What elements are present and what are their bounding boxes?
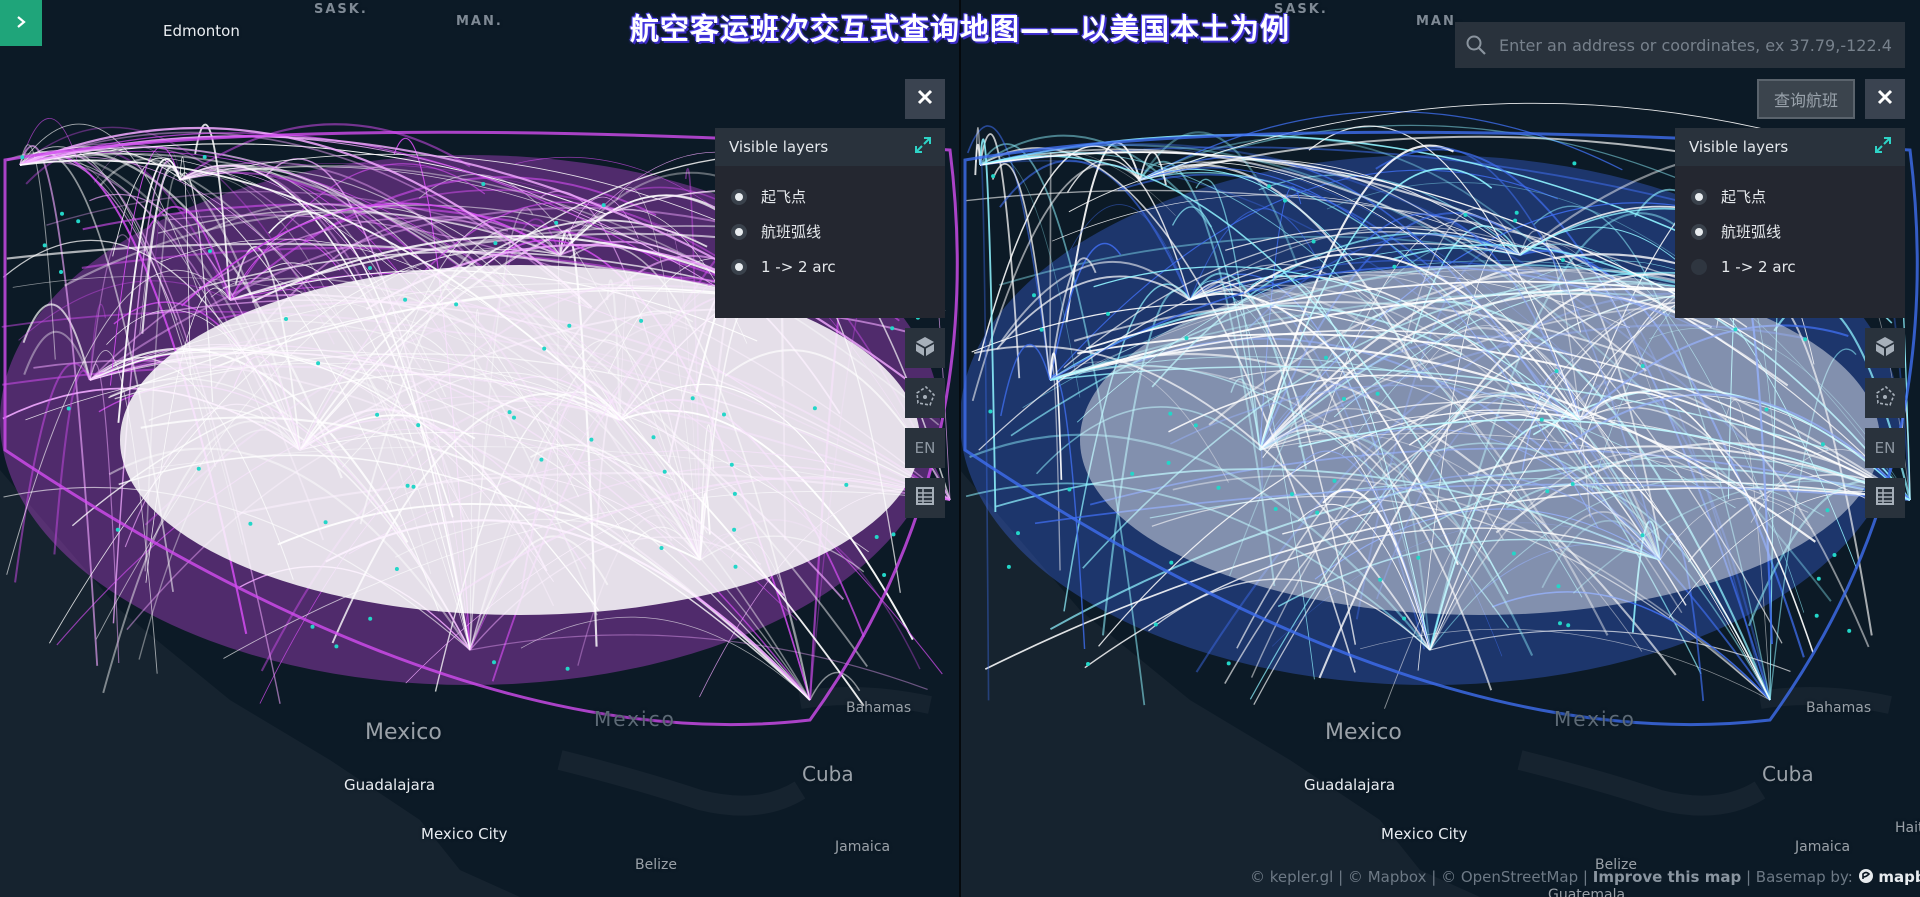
layer-toggle-icon[interactable] xyxy=(915,137,931,157)
layer-item-1to2-arc[interactable]: 1 -> 2 arc xyxy=(715,249,945,284)
close-left-panel-button[interactable] xyxy=(905,79,945,119)
layer-label: 1 -> 2 arc xyxy=(761,257,836,276)
layer-visibility-radio[interactable] xyxy=(731,258,747,275)
place-guadalajara: Guadalajara xyxy=(1304,776,1396,794)
basemap-label: Basemap by: xyxy=(1755,868,1853,886)
layer-label: 1 -> 2 arc xyxy=(1721,257,1796,276)
place-cuba: Cuba xyxy=(1762,762,1814,786)
language-button[interactable]: EN xyxy=(905,428,945,468)
layer-item-takeoff[interactable]: 起飞点 xyxy=(715,179,945,214)
improve-map-link[interactable]: Improve this map xyxy=(1593,868,1741,886)
draw-polygon-icon xyxy=(913,384,937,412)
language-button[interactable]: EN xyxy=(1865,428,1905,468)
mapbox-attribution-link[interactable]: © Mapbox xyxy=(1348,868,1427,886)
place-mexico-ghost: Mexico xyxy=(594,707,676,731)
visible-layers-title: Visible layers xyxy=(729,138,829,156)
place-jamaica: Jamaica xyxy=(835,839,891,855)
map-attribution: © kepler.gl | © Mapbox | © OpenStreetMap… xyxy=(1250,868,1920,886)
place-mexico-city: Mexico City xyxy=(421,825,508,843)
mapbox-logo-icon[interactable] xyxy=(1858,868,1879,886)
layer-label: 起飞点 xyxy=(1721,188,1767,206)
kepler-attribution-link[interactable]: © kepler.gl xyxy=(1250,868,1333,886)
osm-attribution-link[interactable]: © OpenStreetMap xyxy=(1441,868,1578,886)
layer-visibility-radio[interactable] xyxy=(731,223,747,240)
place-mexico: Mexico xyxy=(1325,720,1402,745)
visible-layers-panel-right: Visible layers 起飞点 航班弧线 1 -> 2 arc xyxy=(1675,128,1905,318)
layer-toggle-icon[interactable] xyxy=(1875,137,1891,157)
place-haiti: Haiti xyxy=(1895,820,1920,836)
layer-item-takeoff[interactable]: 起飞点 xyxy=(1675,179,1905,214)
place-guatemala: Guatemala xyxy=(1548,887,1626,897)
layer-label: 航班弧线 xyxy=(761,223,822,241)
geocoder-search[interactable] xyxy=(1455,22,1905,68)
place-jamaica: Jamaica xyxy=(1795,839,1851,855)
split-divider[interactable] xyxy=(959,0,961,897)
place-belize: Belize xyxy=(635,857,677,873)
table-icon xyxy=(915,486,935,510)
place-mexico: Mexico xyxy=(365,720,442,745)
draw-polygon-icon xyxy=(1873,384,1897,412)
search-icon xyxy=(1455,34,1497,56)
layer-visibility-radio[interactable] xyxy=(731,188,747,205)
query-flights-button[interactable]: 查询航班 xyxy=(1757,79,1855,119)
place-guadalajara: Guadalajara xyxy=(344,776,436,794)
3d-cube-icon xyxy=(1874,335,1896,361)
close-icon xyxy=(916,88,934,110)
layer-visibility-radio[interactable] xyxy=(1691,223,1707,240)
search-input[interactable] xyxy=(1497,34,1905,56)
mapbox-logo-text: mapbox xyxy=(1878,868,1920,886)
3d-cube-icon xyxy=(914,335,936,361)
layer-label: 航班弧线 xyxy=(1721,223,1782,241)
draw-polygon-button[interactable] xyxy=(1865,378,1905,418)
visible-layers-panel-left: Visible layers 起飞点 航班弧线 1 -> 2 arc xyxy=(715,128,945,318)
place-mexico-ghost: Mexico xyxy=(1554,707,1636,731)
data-table-button[interactable] xyxy=(1865,478,1905,518)
data-table-button[interactable] xyxy=(905,478,945,518)
layer-label: 起飞点 xyxy=(761,188,807,206)
chevron-right-icon xyxy=(14,13,28,34)
place-bahamas: Bahamas xyxy=(846,700,912,716)
3d-map-button[interactable] xyxy=(1865,328,1905,368)
layer-visibility-radio[interactable] xyxy=(1691,258,1707,275)
table-icon xyxy=(1875,486,1895,510)
draw-polygon-button[interactable] xyxy=(905,378,945,418)
layer-item-arcs[interactable]: 航班弧线 xyxy=(1675,214,1905,249)
3d-map-button[interactable] xyxy=(905,328,945,368)
close-right-panel-button[interactable] xyxy=(1865,79,1905,119)
close-icon xyxy=(1876,88,1894,110)
place-bahamas: Bahamas xyxy=(1806,700,1872,716)
place-cuba: Cuba xyxy=(802,762,854,786)
layer-visibility-radio[interactable] xyxy=(1691,188,1707,205)
visible-layers-title: Visible layers xyxy=(1689,138,1789,156)
layer-item-arcs[interactable]: 航班弧线 xyxy=(715,214,945,249)
layer-item-1to2-arc[interactable]: 1 -> 2 arc xyxy=(1675,249,1905,284)
side-panel-toggle-button[interactable] xyxy=(0,0,42,46)
place-mexico-city: Mexico City xyxy=(1381,825,1468,843)
